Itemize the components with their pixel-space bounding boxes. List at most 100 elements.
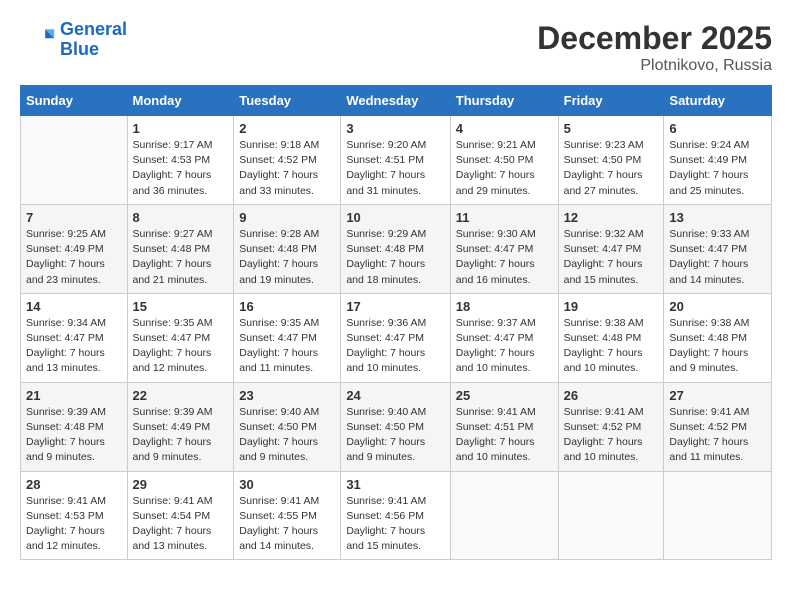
day-info: Sunrise: 9:21 AMSunset: 4:50 PMDaylight:… — [456, 138, 553, 199]
day-number: 11 — [456, 210, 553, 225]
day-info: Sunrise: 9:17 AMSunset: 4:53 PMDaylight:… — [133, 138, 229, 199]
header-cell-thursday: Thursday — [450, 86, 558, 116]
day-number: 17 — [346, 299, 444, 314]
day-cell: 28Sunrise: 9:41 AMSunset: 4:53 PMDayligh… — [21, 471, 128, 560]
page-header: General Blue December 2025 Plotnikovo, R… — [20, 20, 772, 75]
title-block: December 2025 Plotnikovo, Russia — [537, 20, 772, 75]
day-cell: 7 Sunrise: 9:25 AMSunset: 4:49 PMDaylight… — [21, 204, 128, 293]
day-number: 9 — [239, 210, 335, 225]
header-cell-tuesday: Tuesday — [234, 86, 341, 116]
day-cell: 2 Sunrise: 9:18 AMSunset: 4:52 PMDaylight… — [234, 116, 341, 205]
day-cell: 8 Sunrise: 9:27 AMSunset: 4:48 PMDaylight… — [127, 204, 234, 293]
day-cell — [450, 471, 558, 560]
day-number: 30 — [239, 477, 335, 492]
day-info: Sunrise: 9:36 AMSunset: 4:47 PMDaylight:… — [346, 316, 444, 377]
day-number: 13 — [669, 210, 766, 225]
header-cell-saturday: Saturday — [664, 86, 772, 116]
day-cell: 22 Sunrise: 9:39 AMSunset: 4:49 PMDayligh… — [127, 382, 234, 471]
day-number: 31 — [346, 477, 444, 492]
day-number: 18 — [456, 299, 553, 314]
header-cell-wednesday: Wednesday — [341, 86, 450, 116]
day-info: Sunrise: 9:40 AMSunset: 4:50 PMDaylight:… — [346, 405, 444, 466]
day-number: 6 — [669, 121, 766, 136]
day-number: 10 — [346, 210, 444, 225]
day-info: Sunrise: 9:27 AMSunset: 4:48 PMDaylight:… — [133, 227, 229, 288]
day-number: 21 — [26, 388, 122, 403]
day-number: 15 — [133, 299, 229, 314]
calendar-table: SundayMondayTuesdayWednesdayThursdayFrid… — [20, 85, 772, 560]
day-number: 27 — [669, 388, 766, 403]
day-number: 12 — [564, 210, 659, 225]
day-info: Sunrise: 9:41 AMSunset: 4:56 PMDaylight:… — [346, 494, 444, 555]
day-cell: 29Sunrise: 9:41 AMSunset: 4:54 PMDayligh… — [127, 471, 234, 560]
day-cell: 10 Sunrise: 9:29 AMSunset: 4:48 PMDayligh… — [341, 204, 450, 293]
day-cell: 31 Sunrise: 9:41 AMSunset: 4:56 PMDayligh… — [341, 471, 450, 560]
day-info: Sunrise: 9:24 AMSunset: 4:49 PMDaylight:… — [669, 138, 766, 199]
day-info: Sunrise: 9:25 AMSunset: 4:49 PMDaylight:… — [26, 227, 122, 288]
day-info: Sunrise: 9:35 AMSunset: 4:47 PMDaylight:… — [133, 316, 229, 377]
day-number: 1 — [133, 121, 229, 136]
logo-text: General Blue — [60, 20, 127, 60]
week-row-1: 1 Sunrise: 9:17 AMSunset: 4:53 PMDaylight… — [21, 116, 772, 205]
header-cell-monday: Monday — [127, 86, 234, 116]
location: Plotnikovo, Russia — [537, 57, 772, 75]
day-cell: 6 Sunrise: 9:24 AMSunset: 4:49 PMDaylight… — [664, 116, 772, 205]
day-number: 3 — [346, 121, 444, 136]
day-info: Sunrise: 9:38 AMSunset: 4:48 PMDaylight:… — [669, 316, 766, 377]
week-row-2: 7 Sunrise: 9:25 AMSunset: 4:49 PMDaylight… — [21, 204, 772, 293]
day-info: Sunrise: 9:39 AMSunset: 4:49 PMDaylight:… — [133, 405, 229, 466]
day-cell — [664, 471, 772, 560]
day-number: 7 — [26, 210, 122, 225]
logo: General Blue — [20, 20, 127, 60]
day-number: 5 — [564, 121, 659, 136]
day-info: Sunrise: 9:35 AMSunset: 4:47 PMDaylight:… — [239, 316, 335, 377]
week-row-5: 28Sunrise: 9:41 AMSunset: 4:53 PMDayligh… — [21, 471, 772, 560]
day-info: Sunrise: 9:29 AMSunset: 4:48 PMDaylight:… — [346, 227, 444, 288]
day-cell: 24Sunrise: 9:40 AMSunset: 4:50 PMDayligh… — [341, 382, 450, 471]
day-number: 20 — [669, 299, 766, 314]
day-number: 28 — [26, 477, 122, 492]
logo-line2: Blue — [60, 39, 99, 59]
day-info: Sunrise: 9:28 AMSunset: 4:48 PMDaylight:… — [239, 227, 335, 288]
logo-line1: General — [60, 19, 127, 39]
week-row-3: 14Sunrise: 9:34 AMSunset: 4:47 PMDayligh… — [21, 293, 772, 382]
day-cell: 30 Sunrise: 9:41 AMSunset: 4:55 PMDayligh… — [234, 471, 341, 560]
day-info: Sunrise: 9:41 AMSunset: 4:55 PMDaylight:… — [239, 494, 335, 555]
day-cell: 16 Sunrise: 9:35 AMSunset: 4:47 PMDayligh… — [234, 293, 341, 382]
day-info: Sunrise: 9:18 AMSunset: 4:52 PMDaylight:… — [239, 138, 335, 199]
day-number: 22 — [133, 388, 229, 403]
logo-icon — [20, 22, 56, 58]
day-cell: 1 Sunrise: 9:17 AMSunset: 4:53 PMDaylight… — [127, 116, 234, 205]
day-info: Sunrise: 9:20 AMSunset: 4:51 PMDaylight:… — [346, 138, 444, 199]
day-info: Sunrise: 9:23 AMSunset: 4:50 PMDaylight:… — [564, 138, 659, 199]
day-info: Sunrise: 9:41 AMSunset: 4:52 PMDaylight:… — [669, 405, 766, 466]
day-number: 16 — [239, 299, 335, 314]
header-cell-friday: Friday — [558, 86, 664, 116]
month-title: December 2025 — [537, 20, 772, 57]
day-number: 2 — [239, 121, 335, 136]
day-number: 25 — [456, 388, 553, 403]
calendar-header-row: SundayMondayTuesdayWednesdayThursdayFrid… — [21, 86, 772, 116]
day-cell: 26Sunrise: 9:41 AMSunset: 4:52 PMDayligh… — [558, 382, 664, 471]
day-cell: 4 Sunrise: 9:21 AMSunset: 4:50 PMDaylight… — [450, 116, 558, 205]
day-info: Sunrise: 9:30 AMSunset: 4:47 PMDaylight:… — [456, 227, 553, 288]
day-info: Sunrise: 9:39 AMSunset: 4:48 PMDaylight:… — [26, 405, 122, 466]
week-row-4: 21 Sunrise: 9:39 AMSunset: 4:48 PMDayligh… — [21, 382, 772, 471]
day-cell: 21 Sunrise: 9:39 AMSunset: 4:48 PMDayligh… — [21, 382, 128, 471]
day-cell — [21, 116, 128, 205]
day-cell: 17 Sunrise: 9:36 AMSunset: 4:47 PMDayligh… — [341, 293, 450, 382]
day-number: 4 — [456, 121, 553, 136]
day-cell: 14Sunrise: 9:34 AMSunset: 4:47 PMDayligh… — [21, 293, 128, 382]
day-cell: 13Sunrise: 9:33 AMSunset: 4:47 PMDayligh… — [664, 204, 772, 293]
day-number: 26 — [564, 388, 659, 403]
day-cell: 19Sunrise: 9:38 AMSunset: 4:48 PMDayligh… — [558, 293, 664, 382]
day-cell: 20 Sunrise: 9:38 AMSunset: 4:48 PMDayligh… — [664, 293, 772, 382]
day-cell: 15 Sunrise: 9:35 AMSunset: 4:47 PMDayligh… — [127, 293, 234, 382]
day-cell — [558, 471, 664, 560]
day-cell: 3 Sunrise: 9:20 AMSunset: 4:51 PMDaylight… — [341, 116, 450, 205]
day-info: Sunrise: 9:32 AMSunset: 4:47 PMDaylight:… — [564, 227, 659, 288]
day-info: Sunrise: 9:38 AMSunset: 4:48 PMDaylight:… — [564, 316, 659, 377]
day-number: 8 — [133, 210, 229, 225]
day-number: 23 — [239, 388, 335, 403]
day-number: 14 — [26, 299, 122, 314]
